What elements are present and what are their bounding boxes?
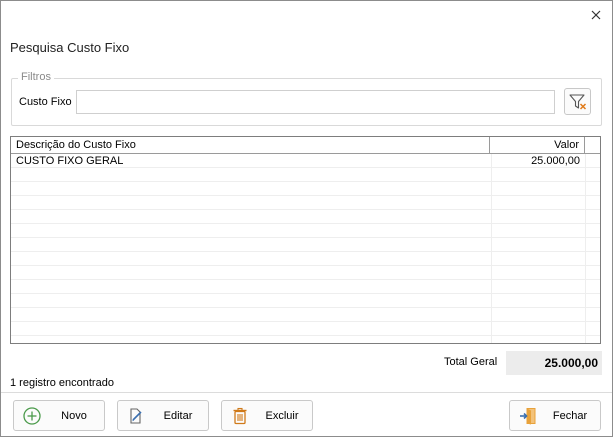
empty-row [11,266,600,280]
empty-row [11,280,600,294]
empty-row [11,182,600,196]
excluir-button[interactable]: Excluir [221,400,313,431]
table-row[interactable]: CUSTO FIXO GERAL 25.000,00 [11,154,600,168]
footer-divider [1,392,612,393]
trash-icon [230,406,250,426]
empty-row [11,238,600,252]
filters-legend: Filtros [18,71,54,83]
total-geral-label: Total Geral [444,356,498,368]
empty-row [11,224,600,238]
fechar-button-label: Fechar [552,409,588,422]
close-icon [591,10,601,20]
cell-valor: 25.000,00 [531,155,580,167]
total-geral-value: 25.000,00 [506,351,602,375]
dialog-window: Pesquisa Custo Fixo Filtros Custo Fixo D… [0,0,613,437]
empty-row [11,294,600,308]
empty-row [11,168,600,182]
cell-descricao: CUSTO FIXO GERAL [16,155,124,167]
grid-header: Descrição do Custo Fixo Valor [11,137,600,154]
novo-button-label: Novo [61,409,87,422]
column-header-valor[interactable]: Valor [490,137,585,153]
editar-button-label: Editar [163,409,193,422]
empty-row [11,322,600,336]
fechar-button[interactable]: Fechar [509,400,601,431]
filter-clear-icon [568,93,586,110]
results-grid[interactable]: Descrição do Custo Fixo Valor CUSTO FIXO… [10,136,601,344]
exit-door-icon [518,406,538,426]
grid-body: CUSTO FIXO GERAL 25.000,00 [11,154,600,343]
dialog-title: Pesquisa Custo Fixo [10,40,130,55]
records-count: 1 registro encontrado [10,377,114,389]
custo-fixo-label: Custo Fixo [19,96,72,108]
custo-fixo-input[interactable] [76,90,555,114]
clear-filter-button[interactable] [564,88,591,115]
close-button[interactable] [586,5,606,25]
novo-button[interactable]: Novo [13,400,105,431]
editar-button[interactable]: Editar [117,400,209,431]
empty-row [11,210,600,224]
empty-row [11,308,600,322]
empty-row [11,196,600,210]
empty-row [11,336,600,343]
filters-group: Filtros Custo Fixo [11,71,602,126]
excluir-button-label: Excluir [265,409,299,422]
empty-row [11,252,600,266]
add-circle-icon [22,406,42,426]
column-header-descricao[interactable]: Descrição do Custo Fixo [11,137,490,153]
edit-document-icon [126,406,146,426]
